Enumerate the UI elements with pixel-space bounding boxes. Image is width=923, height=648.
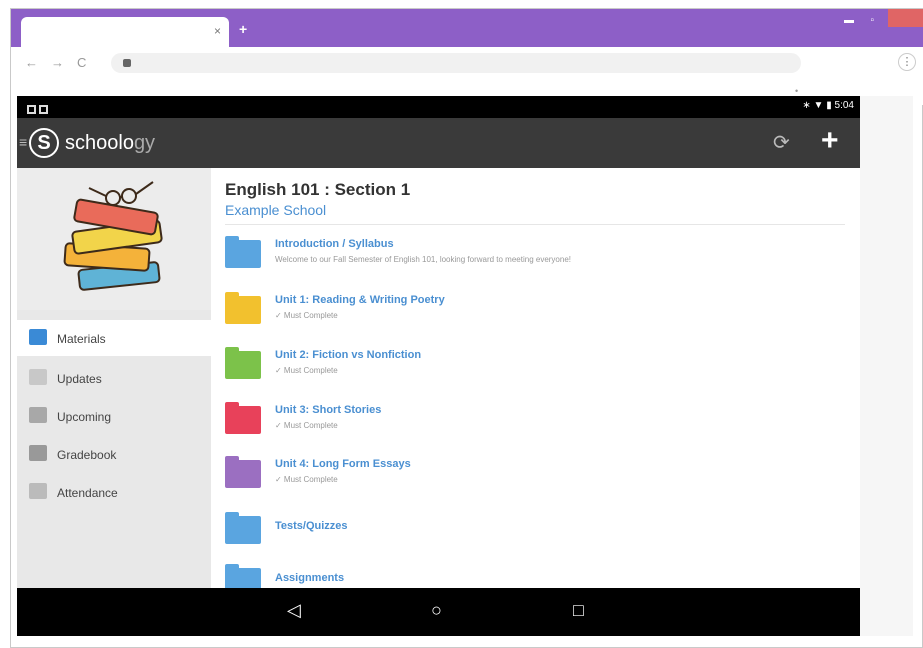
android-nav-bar: ◁ ○ □ bbox=[17, 588, 860, 636]
tab-bar: × + ▬ ▫ bbox=[11, 9, 923, 47]
materials-icon bbox=[29, 329, 47, 345]
folder-item[interactable]: Tests/Quizzes bbox=[225, 508, 845, 560]
attendance-icon bbox=[29, 483, 47, 499]
divider bbox=[225, 224, 845, 225]
schoology-logo-icon: S bbox=[29, 128, 59, 158]
home-nav-icon[interactable]: ○ bbox=[431, 600, 442, 621]
tab-close-icon[interactable]: × bbox=[214, 24, 221, 38]
folder-icon bbox=[225, 347, 261, 379]
gradebook-icon bbox=[29, 445, 47, 461]
maximize-icon[interactable]: ▫ bbox=[870, 15, 874, 26]
minimize-icon[interactable]: ▬ bbox=[844, 15, 854, 26]
app-logo-text: schoology bbox=[65, 132, 155, 155]
folder-icon bbox=[225, 236, 261, 268]
folder-item[interactable]: Introduction / Syllabus Welcome to our F… bbox=[225, 232, 845, 284]
add-icon[interactable]: + bbox=[821, 124, 839, 158]
sidebar-item-attendance[interactable]: Attendance bbox=[17, 474, 211, 510]
bluetooth-icon: ∗ bbox=[802, 100, 811, 111]
folder-icon bbox=[225, 456, 261, 488]
new-tab-button[interactable]: + bbox=[239, 21, 247, 37]
browser-tab[interactable]: × bbox=[21, 17, 229, 47]
back-icon[interactable]: ← bbox=[25, 55, 38, 70]
address-bar[interactable] bbox=[111, 53, 801, 73]
bookmark-item-icon[interactable]: • bbox=[795, 86, 798, 96]
course-title: English 101 : Section 1 bbox=[225, 180, 411, 199]
menu-icon[interactable]: ≡ bbox=[19, 134, 27, 150]
folder-item[interactable]: Unit 3: Short Stories ✓ Must Complete bbox=[225, 398, 845, 450]
course-cover-image bbox=[17, 168, 211, 310]
folder-status: ✓ Must Complete bbox=[275, 475, 338, 484]
sidebar-item-label: Gradebook bbox=[57, 448, 117, 462]
folder-status: ✓ Must Complete bbox=[275, 421, 338, 430]
sidebar-item-updates[interactable]: Updates bbox=[17, 360, 211, 396]
battery-icon: ▮ bbox=[826, 100, 832, 111]
school-link[interactable]: Example School bbox=[225, 202, 326, 218]
back-nav-icon[interactable]: ◁ bbox=[287, 600, 301, 621]
folder-title[interactable]: Unit 3: Short Stories bbox=[275, 404, 381, 416]
folder-item[interactable]: Unit 1: Reading & Writing Poetry ✓ Must … bbox=[225, 288, 845, 340]
folder-title[interactable]: Introduction / Syllabus bbox=[275, 238, 394, 250]
page-side-strip bbox=[860, 96, 913, 636]
folder-icon bbox=[225, 512, 261, 544]
sidebar-item-label: Updates bbox=[57, 372, 102, 386]
android-emulator-screen: ∗ ▼ ▮ 5:04 ≡ S schoology ⟳ + Materials U… bbox=[17, 96, 860, 636]
recents-nav-icon[interactable]: □ bbox=[573, 600, 584, 621]
status-notification-icons bbox=[27, 101, 51, 114]
folder-title[interactable]: Unit 2: Fiction vs Nonfiction bbox=[275, 349, 421, 361]
status-bar: ∗ ▼ ▮ 5:04 bbox=[17, 96, 860, 118]
browser-toolbar: ← → C ⋮ bbox=[11, 47, 923, 79]
forward-icon[interactable]: → bbox=[51, 55, 64, 70]
sync-icon[interactable]: ⟳ bbox=[773, 130, 790, 155]
sidebar-item-label: Materials bbox=[57, 332, 106, 346]
calendar-icon bbox=[29, 407, 47, 423]
browser-menu-button[interactable]: ⋮ bbox=[898, 53, 916, 71]
folder-icon bbox=[225, 292, 261, 324]
app-bar: ≡ S schoology ⟳ + bbox=[17, 118, 860, 168]
updates-icon bbox=[29, 369, 47, 385]
folder-title[interactable]: Tests/Quizzes bbox=[275, 520, 348, 532]
books-illustration bbox=[63, 181, 163, 291]
site-info-icon[interactable] bbox=[123, 59, 131, 67]
folder-status: ✓ Must Complete bbox=[275, 311, 338, 320]
sidebar-item-label: Upcoming bbox=[57, 410, 112, 424]
folder-item[interactable]: Unit 4: Long Form Essays ✓ Must Complete bbox=[225, 452, 845, 504]
status-time: 5:04 bbox=[834, 100, 854, 111]
logo-text-accent: gy bbox=[133, 132, 156, 154]
folder-item[interactable]: Unit 2: Fiction vs Nonfiction ✓ Must Com… bbox=[225, 343, 845, 395]
logo-text-main: schoolo bbox=[65, 132, 134, 154]
folder-status: ✓ Must Complete bbox=[275, 366, 338, 375]
status-right: ∗ ▼ ▮ 5:04 bbox=[802, 100, 854, 111]
sidebar-item-gradebook[interactable]: Gradebook bbox=[17, 436, 211, 472]
sidebar-item-label: Attendance bbox=[57, 486, 118, 500]
folder-title[interactable]: Unit 4: Long Form Essays bbox=[275, 458, 411, 470]
window-close-button[interactable] bbox=[888, 9, 923, 27]
sidebar-item-materials[interactable]: Materials bbox=[17, 320, 211, 356]
folder-icon bbox=[225, 402, 261, 434]
folder-title[interactable]: Assignments bbox=[275, 572, 344, 584]
reload-icon[interactable]: C bbox=[77, 55, 86, 70]
course-sidebar: Materials Updates Upcoming Gradebook Att… bbox=[17, 168, 211, 588]
wifi-icon: ▼ bbox=[813, 100, 824, 111]
folder-title[interactable]: Unit 1: Reading & Writing Poetry bbox=[275, 294, 445, 306]
materials-content: English 101 : Section 1 Example School I… bbox=[211, 168, 860, 596]
folder-description: Welcome to our Fall Semester of English … bbox=[275, 255, 571, 264]
sidebar-item-upcoming[interactable]: Upcoming bbox=[17, 398, 211, 434]
